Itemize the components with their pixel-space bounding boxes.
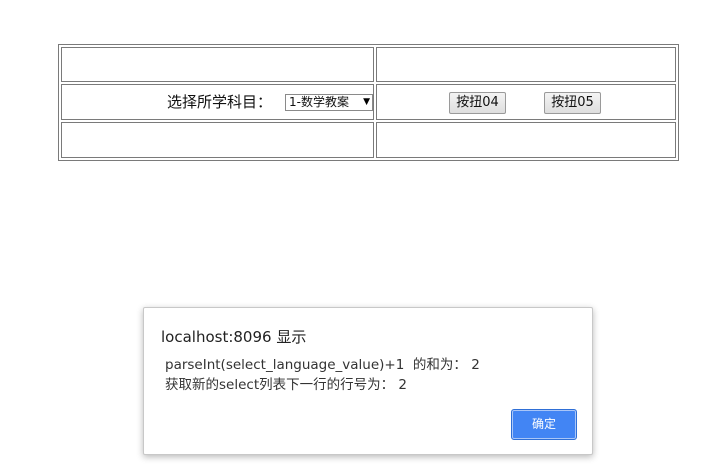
ok-button[interactable]: 确定 — [511, 409, 577, 440]
alert-dialog: localhost:8096 显示 parseInt(select_langua… — [143, 307, 593, 455]
table-cell-r3-c2 — [376, 122, 676, 158]
button-04[interactable]: 按扭04 — [449, 92, 506, 114]
dialog-message-line-1: parseInt(select_language_value)+1 的和为： 2 — [165, 357, 480, 373]
table-cell-r1-c2 — [376, 47, 676, 82]
table-cell-r3-c1 — [61, 122, 374, 158]
table-cell-r2-c1: 选择所学科目： 1-数学教案 ▼ — [61, 84, 374, 120]
layout-table: 选择所学科目： 1-数学教案 ▼ 按扭04 按扭05 — [58, 44, 679, 161]
dropdown-arrow-icon: ▼ — [363, 97, 370, 107]
subject-select-value: 1-数学教案 — [289, 95, 349, 109]
table-cell-r2-c2: 按扭04 按扭05 — [376, 84, 676, 120]
dialog-title: localhost:8096 显示 — [161, 328, 307, 346]
page: 选择所学科目： 1-数学教案 ▼ 按扭04 按扭05 localhost:809… — [0, 0, 715, 467]
button-05[interactable]: 按扭05 — [544, 92, 601, 114]
subject-label: 选择所学科目： — [167, 93, 273, 111]
table-cell-r1-c1 — [61, 47, 374, 82]
dialog-message-line-2: 获取新的select列表下一行的行号为： 2 — [165, 377, 407, 393]
subject-select[interactable]: 1-数学教案 ▼ — [285, 94, 373, 111]
